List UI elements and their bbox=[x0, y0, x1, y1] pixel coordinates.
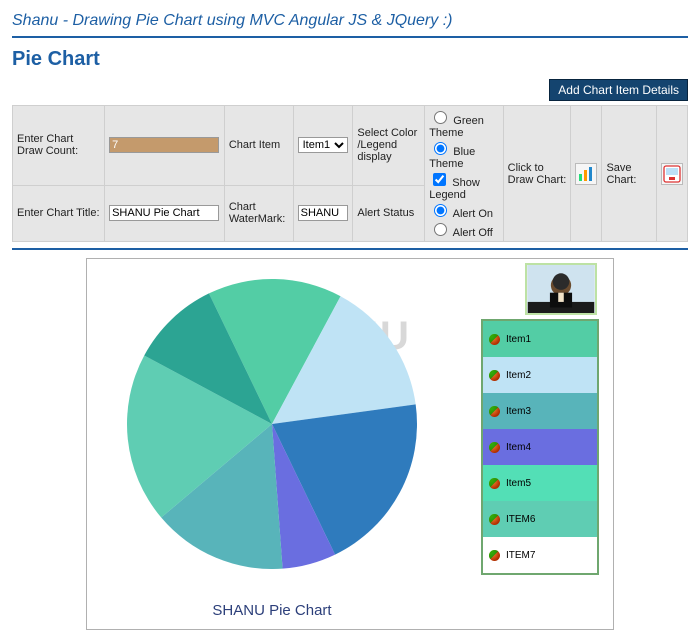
legend-item: Item1 bbox=[483, 321, 597, 357]
count-label: Enter Chart Draw Count: bbox=[13, 106, 105, 186]
legend-dot-icon bbox=[489, 406, 500, 417]
count-cell bbox=[105, 106, 225, 186]
item-label: Chart Item bbox=[224, 106, 293, 186]
show-legend-option[interactable]: Show Legend bbox=[429, 177, 480, 201]
controls-panel: Enter Chart Draw Count: Chart Item Item1… bbox=[12, 105, 688, 242]
legend-item: Item2 bbox=[483, 357, 597, 393]
legend-item: ITEM6 bbox=[483, 501, 597, 537]
pie-chart bbox=[127, 279, 417, 569]
alert-off-option[interactable]: Alert Off bbox=[429, 227, 493, 239]
item-cell: Item1 bbox=[293, 106, 353, 186]
add-chart-item-button[interactable]: Add Chart Item Details bbox=[549, 79, 688, 101]
green-theme-option[interactable]: Green Theme bbox=[429, 115, 484, 139]
save-cell bbox=[656, 106, 687, 242]
watermark-cell bbox=[293, 185, 353, 241]
legend-label: ITEM7 bbox=[506, 550, 535, 561]
app-title: Shanu - Drawing Pie Chart using MVC Angu… bbox=[12, 8, 688, 36]
alert-on-label: Alert On bbox=[453, 208, 493, 220]
avatar-icon bbox=[527, 265, 595, 313]
draw-label: Click to Draw Chart: bbox=[503, 106, 571, 242]
title-label: Enter Chart Title: bbox=[13, 185, 105, 241]
save-chart-button[interactable] bbox=[661, 163, 683, 185]
save-label: Save Chart: bbox=[602, 106, 657, 242]
alert-on-radio[interactable] bbox=[434, 204, 447, 217]
title-cell bbox=[105, 185, 225, 241]
count-input[interactable] bbox=[109, 137, 219, 153]
watermark-label: Chart WaterMark: bbox=[224, 185, 293, 241]
draw-chart-button[interactable] bbox=[575, 163, 597, 185]
legend-label: ITEM6 bbox=[506, 514, 535, 525]
draw-cell bbox=[571, 106, 602, 242]
green-theme-radio[interactable] bbox=[434, 111, 447, 124]
legend: Item1 Item2 Item3 Item4 Item5 ITEM6 ITEM7 bbox=[481, 319, 599, 575]
chart-area: SHANU SHANU Pie Chart Item1Item2Item3Ite… bbox=[86, 258, 614, 630]
save-icon bbox=[663, 165, 681, 183]
legend-label: Item5 bbox=[506, 478, 531, 489]
options-cell: Green Theme Blue Theme Show Legend Alert… bbox=[425, 106, 503, 242]
alert-off-radio[interactable] bbox=[434, 223, 447, 236]
legend-dot-icon bbox=[489, 550, 500, 561]
legend-dot-icon bbox=[489, 370, 500, 381]
item-select[interactable]: Item1 bbox=[298, 137, 348, 153]
legend-label: Item2 bbox=[506, 370, 531, 381]
legend-item: Item3 bbox=[483, 393, 597, 429]
legend-dot-icon bbox=[489, 514, 500, 525]
legend-label: Item3 bbox=[506, 406, 531, 417]
colorlegend-label: Select Color /Legend display bbox=[353, 106, 425, 186]
show-legend-checkbox[interactable] bbox=[433, 173, 446, 186]
blue-theme-option[interactable]: Blue Theme bbox=[429, 146, 475, 170]
legend-label: Item4 bbox=[506, 442, 531, 453]
chart-title: SHANU Pie Chart bbox=[87, 602, 457, 619]
page-title: Pie Chart bbox=[12, 38, 688, 83]
panel-rule bbox=[12, 248, 688, 250]
legend-item: Item5 bbox=[483, 465, 597, 501]
alert-on-option[interactable]: Alert On bbox=[429, 208, 493, 220]
title-input[interactable] bbox=[109, 205, 219, 221]
alert-off-label: Alert Off bbox=[453, 227, 493, 239]
legend-item: ITEM7 bbox=[483, 537, 597, 573]
legend-item: Item4 bbox=[483, 429, 597, 465]
blue-theme-radio[interactable] bbox=[434, 142, 447, 155]
alertstatus-label: Alert Status bbox=[353, 185, 425, 241]
bar-chart-icon bbox=[577, 165, 595, 183]
avatar-image bbox=[525, 263, 597, 315]
button-bar: Add Chart Item Details bbox=[12, 79, 688, 101]
watermark-input[interactable] bbox=[298, 205, 348, 221]
legend-label: Item1 bbox=[506, 334, 531, 345]
legend-dot-icon bbox=[489, 442, 500, 453]
legend-dot-icon bbox=[489, 334, 500, 345]
legend-dot-icon bbox=[489, 478, 500, 489]
